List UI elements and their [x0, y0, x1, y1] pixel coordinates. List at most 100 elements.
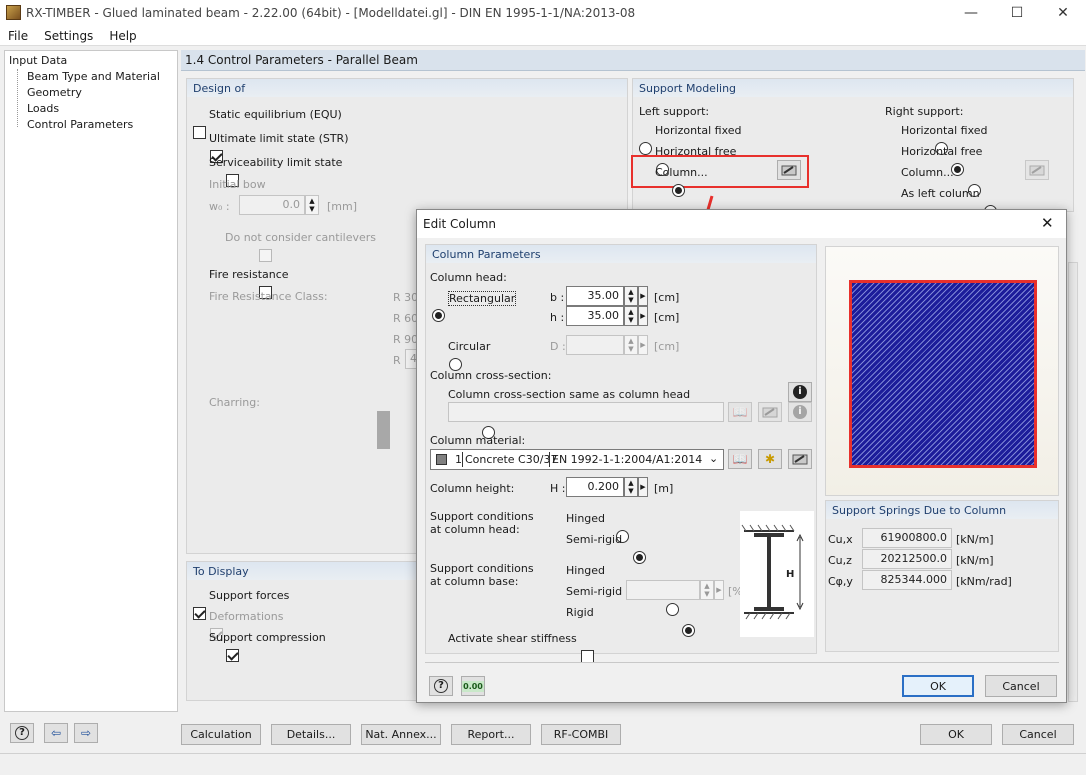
equ-label: Static equilibrium (EQU)	[209, 108, 342, 121]
book-icon: 📖	[732, 405, 748, 419]
h-label: h :	[550, 311, 565, 324]
material-select[interactable]: 1 Concrete C30/37 EN 1992-1-1:2004/A1:20…	[430, 449, 724, 470]
menu-help[interactable]: Help	[101, 29, 144, 43]
b-field[interactable]: 35.00	[566, 286, 624, 306]
previous-window-button[interactable]: ⇦	[44, 723, 68, 743]
close-window-button[interactable]: ✕	[1040, 0, 1086, 26]
tree-root[interactable]: Input Data	[9, 54, 67, 67]
b-pick[interactable]: ▶	[638, 286, 648, 306]
help-button[interactable]: ?	[10, 723, 34, 743]
app-icon	[6, 5, 21, 20]
material-new-button[interactable]: ✱	[758, 449, 782, 469]
h-field[interactable]: 35.00	[566, 306, 624, 326]
left-edit-column-button[interactable]	[777, 160, 801, 180]
right-support-label: Right support:	[885, 105, 964, 118]
tree-line	[17, 69, 18, 127]
cond-head-label: Support conditions at column head:	[430, 510, 534, 536]
menu-bar: File Settings Help	[0, 26, 1086, 46]
cantilevers-label: Do not consider cantilevers	[225, 231, 376, 244]
base-semi-rigid-radio[interactable]	[665, 602, 679, 616]
material-edit-button[interactable]	[788, 449, 812, 469]
base-semi-rigid-label: Semi-rigid	[566, 585, 623, 598]
base-semi-rigid-field[interactable]	[626, 580, 700, 600]
column-head-label: Column head:	[430, 271, 507, 284]
circular-label: Circular	[448, 340, 491, 353]
details-button[interactable]: Details...	[271, 724, 351, 745]
dialog-cancel-button[interactable]: Cancel	[985, 675, 1057, 697]
right-column-label: Column...	[901, 166, 954, 179]
navigator-tree: Input Data Beam Type and Material Geomet…	[4, 50, 178, 712]
cross-info-button[interactable]: i	[788, 382, 812, 402]
base-semi-stepper[interactable]: ▲ ▼	[700, 580, 714, 600]
cuz-field[interactable]: 20212500.0	[862, 549, 952, 569]
cantilevers-checkbox[interactable]	[258, 248, 272, 262]
dialog-ok-button[interactable]: OK	[902, 675, 974, 697]
maximize-button[interactable]: ☐	[994, 0, 1040, 26]
ok-button[interactable]: OK	[920, 724, 992, 745]
cross-edit-button[interactable]	[758, 402, 782, 422]
support-compression-checkbox[interactable]	[226, 648, 239, 662]
dialog-help-button[interactable]: ?	[429, 676, 453, 696]
cross-info2-button[interactable]: i	[788, 402, 812, 422]
d-stepper[interactable]: ▲ ▼	[624, 335, 638, 355]
material-library-button[interactable]: 📖	[728, 449, 752, 469]
w0-label: w₀ :	[209, 200, 230, 213]
status-bar	[0, 753, 1086, 775]
cux-unit: [kN/m]	[956, 533, 994, 546]
cux-field[interactable]: 61900800.0	[862, 528, 952, 548]
minimize-button[interactable]: —	[948, 0, 994, 26]
tree-item-loads[interactable]: Loads	[27, 102, 59, 115]
equ-checkbox[interactable]	[193, 125, 206, 139]
d-field[interactable]	[566, 335, 624, 355]
support-modeling-panel: Support Modeling Left support: Horizonta…	[631, 78, 1074, 218]
tree-item-beam-type[interactable]: Beam Type and Material	[27, 70, 160, 83]
H-field[interactable]: 0.200	[566, 477, 624, 497]
right-edit-column-button[interactable]	[1025, 160, 1049, 180]
dialog-close-icon[interactable]: ✕	[1041, 214, 1054, 232]
rf-combi-button[interactable]: RF-COMBI	[541, 724, 621, 745]
shear-stiffness-checkbox[interactable]	[580, 649, 594, 663]
report-button[interactable]: Report...	[451, 724, 531, 745]
menu-file[interactable]: File	[0, 29, 36, 43]
left-horizontal-fixed-radio[interactable]	[639, 141, 652, 155]
h-unit: [cm]	[654, 311, 680, 324]
left-column-radio[interactable]	[672, 183, 685, 197]
w0-stepper[interactable]: ▲ ▼	[305, 195, 319, 215]
H-pick[interactable]: ▶	[638, 477, 648, 497]
left-horizontal-fixed-label: Horizontal fixed	[655, 124, 742, 137]
cross-custom-field[interactable]	[448, 402, 724, 422]
material-number: 1	[455, 453, 462, 466]
dialog-separator	[425, 662, 1059, 663]
h-stepper[interactable]: ▲ ▼	[624, 306, 638, 326]
menu-settings[interactable]: Settings	[36, 29, 101, 43]
cphi-field[interactable]: 825344.000	[862, 570, 952, 590]
h-pick[interactable]: ▶	[638, 306, 648, 326]
cphi-label: Cφ,y	[828, 575, 853, 588]
tree-item-geometry[interactable]: Geometry	[27, 86, 82, 99]
cancel-button[interactable]: Cancel	[1002, 724, 1074, 745]
cross-library-button[interactable]: 📖	[728, 402, 752, 422]
tree-item-control-parameters[interactable]: Control Parameters	[27, 118, 133, 131]
bottom-toolbar: ? ⇦ ⇨ Calculation Details... Nat. Annex.…	[0, 717, 1086, 753]
b-stepper[interactable]: ▲ ▼	[624, 286, 638, 306]
d-pick[interactable]: ▶	[638, 335, 648, 355]
dialog-units-button[interactable]: 0.00	[461, 676, 485, 696]
cuz-unit: [kN/m]	[956, 554, 994, 567]
info-icon: i	[793, 385, 807, 399]
str-label: Ultimate limit state (STR)	[209, 132, 349, 145]
rectangular-radio[interactable]	[432, 308, 445, 322]
b-unit: [cm]	[654, 291, 680, 304]
base-rigid-radio[interactable]	[682, 623, 695, 637]
nat-annex-button[interactable]: Nat. Annex...	[361, 724, 441, 745]
w0-field[interactable]: 0.0	[239, 195, 305, 215]
left-support-label: Left support:	[639, 105, 710, 118]
next-window-button[interactable]: ⇨	[74, 723, 98, 743]
column-parameters-panel: Column Parameters Column head: Rectangul…	[425, 244, 817, 663]
d-label: D :	[550, 340, 566, 353]
calculation-button[interactable]: Calculation	[181, 724, 261, 745]
support-forces-checkbox[interactable]	[193, 606, 206, 620]
base-semi-pick[interactable]: ▶	[714, 580, 724, 600]
head-semi-rigid-radio[interactable]	[632, 550, 646, 564]
arrow-right-icon: ⇨	[80, 726, 92, 740]
H-stepper[interactable]: ▲ ▼	[624, 477, 638, 497]
